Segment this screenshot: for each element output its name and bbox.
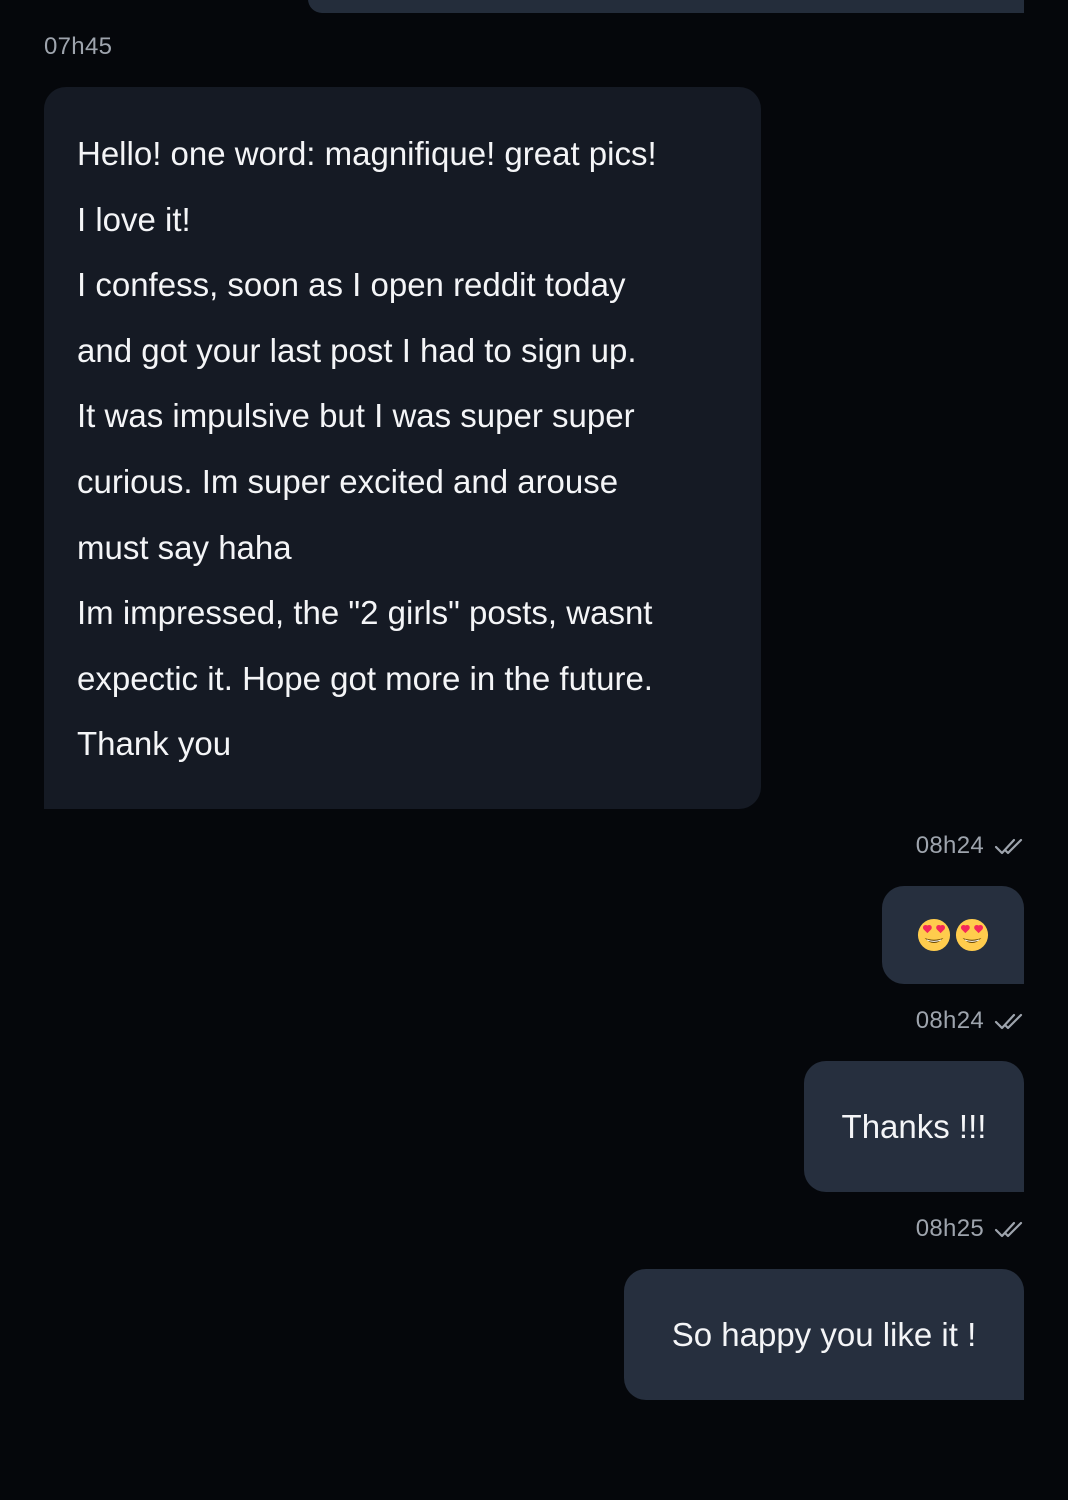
message-text-line: expectic it. Hope got more in the future… — [77, 659, 653, 697]
message-meta: 08h24 — [916, 832, 1024, 860]
message-timestamp: 08h25 — [915, 1215, 984, 1242]
heart-eyes-emoji-icon — [917, 918, 951, 952]
message-meta: 08h24 — [916, 1007, 1024, 1035]
sent-message-bubble[interactable] — [882, 886, 1024, 984]
message-text-line: Hello! one word: magnifique! great pics! — [77, 135, 657, 172]
message-text-line: I love it! — [77, 200, 191, 238]
received-message-bubble[interactable]: Hello! one word: magnifique! great pics!… — [44, 87, 761, 809]
message-text-line: Im impressed, the "2 girls" posts, wasnt — [77, 594, 653, 632]
message-text-line: I confess, soon as I open reddit today — [77, 266, 626, 304]
message-timestamp: 08h24 — [915, 832, 984, 859]
message-text-line: Thank you — [77, 725, 232, 763]
message-text: Thanks !!! — [841, 1107, 987, 1145]
double-check-icon — [994, 1013, 1023, 1030]
double-check-icon — [994, 838, 1023, 855]
message-meta: 08h25 — [916, 1215, 1024, 1243]
message-timestamp: 08h24 — [915, 1007, 984, 1034]
message-timestamp: 07h45 — [44, 33, 113, 60]
message-text-line: and got your last post I had to sign up. — [77, 331, 637, 369]
double-check-icon — [994, 1221, 1023, 1238]
message-text-line: curious. Im super excited and arouse — [77, 462, 619, 500]
sent-message-bubble[interactable]: So happy you like it ! — [624, 1269, 1024, 1400]
message-text-line: must say haha — [77, 528, 292, 566]
sent-message-bubble[interactable]: Thanks !!! — [804, 1061, 1024, 1192]
heart-eyes-emoji-icon — [955, 918, 989, 952]
message-text: So happy you like it ! — [671, 1315, 977, 1353]
message-text-line: It was impulsive but I was super super — [77, 397, 635, 435]
previous-sent-message-bubble[interactable] — [308, 0, 1024, 13]
